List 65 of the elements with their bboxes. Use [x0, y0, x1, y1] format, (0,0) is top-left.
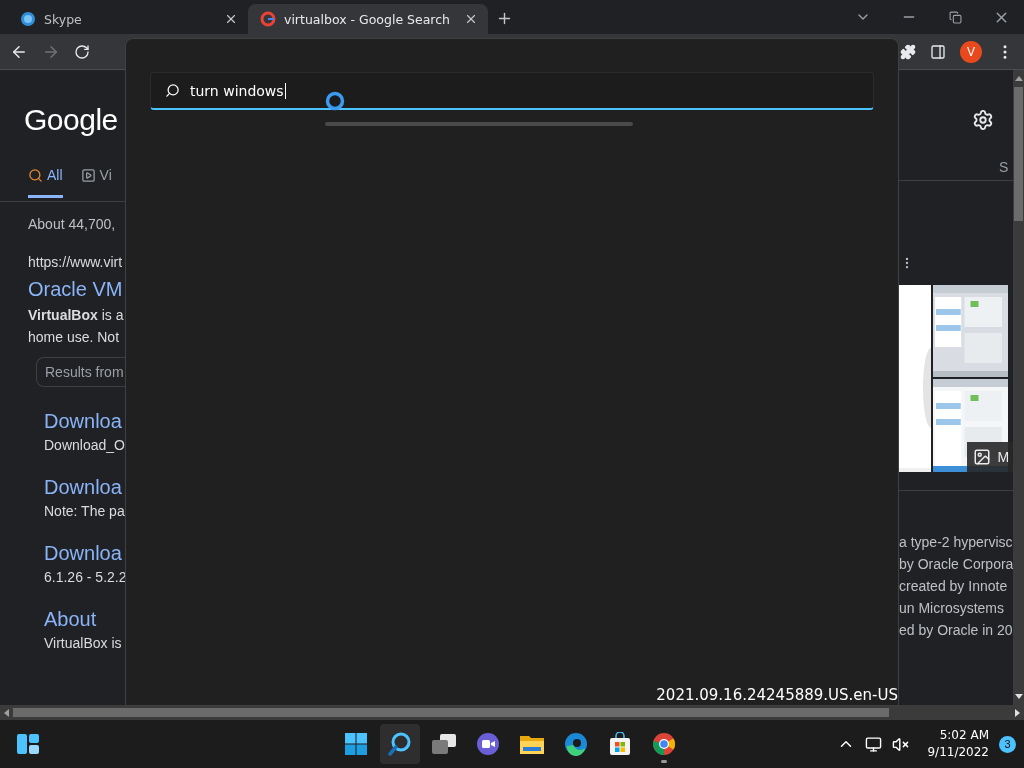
sitelink-snippet: Note: The pa [44, 502, 125, 521]
panel-text-line: a type-2 hypervisc [899, 533, 1014, 552]
close-icon[interactable] [224, 12, 238, 26]
result-snippet: VirtualBox is a [28, 306, 125, 325]
taskbar-app[interactable] [380, 724, 420, 764]
loading-spinner [325, 91, 345, 111]
sitelink-title[interactable]: About [44, 606, 125, 632]
panel-text-line: created by Innote [899, 577, 1009, 596]
video-icon [80, 167, 96, 183]
google-icon [260, 11, 276, 27]
folder-icon [519, 733, 545, 755]
google-logo[interactable]: Google [24, 103, 125, 139]
scroll-right-icon[interactable] [1015, 708, 1020, 717]
version-text: 2021.09.16.24245889.US.en-US [656, 685, 898, 705]
monitor-icon[interactable] [865, 735, 883, 753]
clock[interactable]: 5:02 AM 9/11/2022 [927, 727, 989, 761]
result-snippet: home use. Not [28, 328, 121, 347]
new-tab-icon[interactable] [496, 10, 513, 27]
more-images-button[interactable]: M [967, 442, 1014, 472]
search-field[interactable]: turn windows [150, 72, 874, 110]
result-count: About 44,700, [28, 215, 117, 234]
search-tab[interactable]: S [999, 159, 1014, 180]
panel-text-line: ed by Oracle in 20 [899, 621, 1014, 640]
volume-muted-icon[interactable] [892, 735, 910, 753]
result-url[interactable]: https://www.virt [28, 251, 125, 273]
sitelink-title[interactable]: Downloa [44, 540, 125, 566]
scrollbar-thumb[interactable] [13, 708, 889, 717]
scrollbar-thumb[interactable] [1014, 87, 1024, 221]
search-icon [388, 732, 412, 756]
notification-badge[interactable]: 3 [999, 735, 1016, 753]
sitelink-title[interactable]: Downloa [44, 408, 125, 434]
widgets-icon[interactable] [16, 732, 40, 756]
browser-tab[interactable]: Skype [8, 4, 248, 34]
vertical-scrollbar[interactable] [1013, 70, 1024, 705]
chat-icon [476, 732, 500, 756]
search-icon [165, 83, 180, 98]
more-images-label: M [997, 449, 1010, 465]
sitelink-title[interactable]: Downloa [44, 474, 125, 500]
horizontal-scrollbar[interactable] [0, 705, 1024, 720]
panel-text-line: by Oracle Corpora [899, 555, 1014, 574]
sitelink-snippet: VirtualBox is [44, 634, 123, 653]
scroll-up-icon[interactable] [1014, 76, 1023, 81]
panel-text-line: un Microsystems [899, 599, 1006, 618]
sitelink-snippet: Download_O [44, 436, 125, 455]
result-title[interactable]: Oracle VM [28, 276, 125, 302]
search-icon [28, 167, 43, 183]
start-icon [344, 732, 368, 756]
store-icon [608, 732, 632, 756]
chrome-icon [652, 732, 676, 756]
profile-avatar[interactable]: V [960, 40, 982, 63]
edge-icon [564, 732, 588, 756]
browser-tab[interactable]: virtualbox - Google Search [248, 4, 488, 34]
task-view-icon [431, 733, 457, 755]
time-text: 5:02 AM [939, 727, 989, 744]
sitelink-snippet: 6.1.26 - 5.2.2 [44, 568, 125, 587]
puzzle-icon[interactable] [900, 43, 916, 60]
scroll-left-icon[interactable] [4, 708, 9, 717]
date-text: 9/11/2022 [927, 744, 989, 761]
scroll-down-icon[interactable] [1014, 694, 1023, 699]
side-panel-icon[interactable] [930, 43, 946, 60]
search-tab[interactable]: Vi [80, 167, 112, 198]
close-icon[interactable] [464, 12, 478, 26]
reload-icon[interactable] [74, 43, 90, 60]
search-tab[interactable]: All [28, 167, 63, 198]
image-icon [973, 448, 992, 466]
